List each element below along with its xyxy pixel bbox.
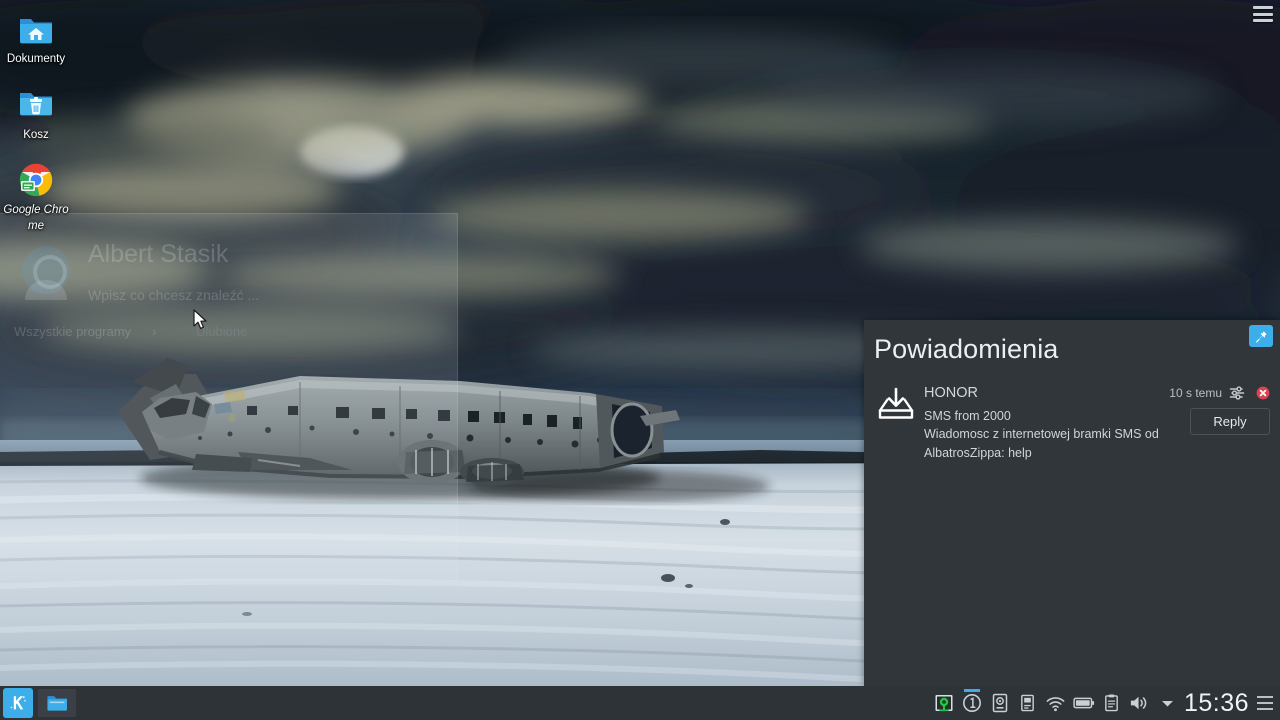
notification-timestamp: 10 s temu	[1169, 386, 1222, 400]
desktop-screen: Dokumenty Kosz Google Chrome Albert Stas…	[0, 0, 1280, 720]
notification-meta-row: HONOR 10 s temu	[924, 382, 1272, 404]
desktop-icon-label: Dokumenty	[6, 53, 66, 65]
kde-k-icon	[8, 693, 28, 713]
notification-app-name: HONOR	[924, 385, 978, 401]
desktop-toolbox-button[interactable]	[1253, 6, 1273, 22]
notification-line: AlbatrosZippa: help	[924, 445, 1032, 460]
kde-application-launcher-button[interactable]	[3, 688, 33, 718]
hamburger-menu-icon	[1253, 19, 1273, 22]
tray-battery[interactable]	[1072, 690, 1096, 716]
tray-network[interactable]	[1044, 690, 1068, 716]
folder-trash-icon	[17, 86, 55, 124]
taskbar-task-file-manager[interactable]	[38, 689, 76, 717]
folder-icon	[47, 696, 67, 711]
desktop-icon-trash[interactable]: Kosz	[0, 80, 72, 148]
clipboard-icon	[1105, 694, 1119, 712]
system-tray: 15:36	[930, 686, 1280, 720]
desktop-icon-home-folder[interactable]: Dokumenty	[0, 4, 72, 72]
pin-notifications-button[interactable]	[1249, 325, 1273, 347]
klipper-icon	[935, 695, 953, 712]
chevron-down-icon	[1162, 700, 1174, 706]
notifications-panel: Powiadomienia HONOR 10 s temu SMS from 2…	[864, 320, 1280, 686]
notification-reply-button[interactable]: Reply	[1190, 408, 1270, 435]
hamburger-menu-icon	[1253, 12, 1273, 16]
usb-drive-icon	[1021, 694, 1035, 712]
close-circle-icon	[1256, 386, 1270, 400]
speaker-icon	[1131, 696, 1147, 710]
chrome-icon	[17, 161, 55, 199]
panel-hamburger-icon	[1257, 702, 1273, 704]
notification-body: HONOR 10 s temu SMS from 2000 Wiadomosc …	[920, 382, 1272, 462]
desktop-icon-google-chrome[interactable]: Google Chrome	[0, 155, 72, 238]
folder-home-icon	[17, 10, 55, 48]
desktop-icon-label: Google Chrome	[3, 204, 69, 232]
update-circle-icon	[962, 694, 981, 712]
notification-app-icon	[872, 382, 920, 426]
desktop-icon-label: Kosz	[23, 128, 49, 141]
notification-close-button[interactable]	[1256, 386, 1270, 400]
taskbar-panel: 15:36	[0, 686, 1280, 720]
notifications-header: Powiadomienia	[864, 320, 1280, 378]
panel-hamburger-icon	[1257, 696, 1273, 698]
download-tray-icon	[878, 387, 914, 419]
settings-sliders-icon	[1229, 386, 1245, 400]
device-notifier-icon	[992, 693, 1008, 713]
tray-clipboard-manager[interactable]	[932, 690, 956, 716]
pin-icon	[1255, 330, 1267, 343]
tray-device-notifier[interactable]	[988, 690, 1012, 716]
panel-hamburger-icon	[1257, 708, 1273, 710]
tray-clipboard[interactable]	[1100, 690, 1124, 716]
hamburger-menu-icon	[1253, 6, 1273, 9]
tray-expand-button[interactable]	[1158, 690, 1178, 716]
battery-icon	[1073, 697, 1095, 709]
desktop-icon-grid: Dokumenty Kosz Google Chrome	[0, 4, 72, 246]
tray-volume[interactable]	[1128, 690, 1152, 716]
digital-clock[interactable]: 15:36	[1184, 690, 1249, 716]
notification-line: Wiadomosc z internetowej bramki SMS od	[924, 427, 1159, 442]
notification-settings-button[interactable]	[1229, 386, 1245, 400]
notifications-title: Powiadomienia	[874, 333, 1059, 364]
wifi-icon	[1047, 696, 1065, 711]
notification-line: SMS from 2000	[924, 409, 1011, 423]
notification-item[interactable]: HONOR 10 s temu SMS from 2000 Wiadomosc …	[864, 378, 1280, 472]
panel-toolbox-button[interactable]	[1257, 696, 1273, 710]
tray-updates[interactable]	[960, 689, 984, 716]
tray-removable-media[interactable]	[1016, 690, 1040, 716]
